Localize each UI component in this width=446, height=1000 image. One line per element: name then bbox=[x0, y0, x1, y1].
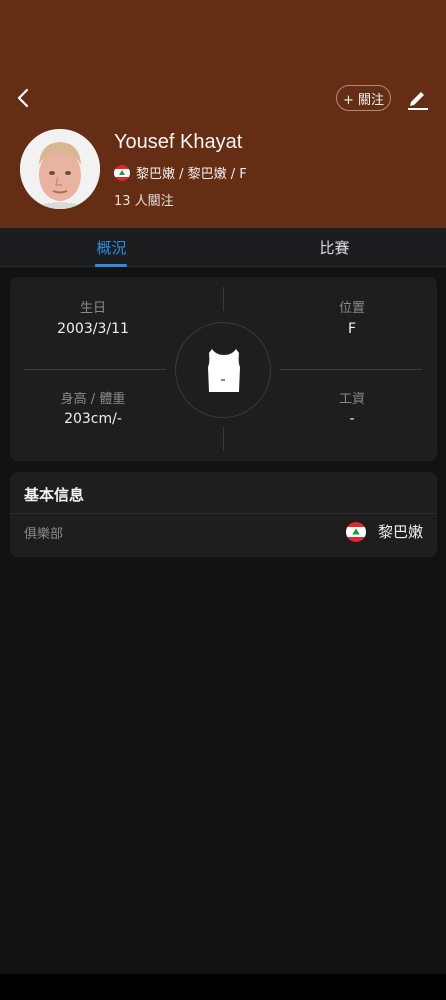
salary-value: - bbox=[349, 411, 355, 427]
follow-button[interactable]: + 關注 bbox=[336, 85, 391, 111]
team-line: 黎巴嫩 / 黎巴嫩 / F bbox=[114, 163, 247, 182]
basic-info-card: 基本信息 俱樂部 黎巴嫩 bbox=[10, 472, 437, 557]
tab-matches[interactable]: 比賽 bbox=[223, 228, 446, 267]
divider-right bbox=[280, 369, 422, 370]
divider-left bbox=[24, 369, 166, 370]
system-nav-bar bbox=[0, 974, 446, 1000]
birthday-label: 生日 bbox=[79, 301, 106, 316]
followers-count: 13 人關注 bbox=[114, 194, 174, 209]
club-label: 俱樂部 bbox=[24, 527, 64, 542]
club-value: 黎巴嫩 bbox=[377, 523, 423, 541]
edit-pencil-icon[interactable] bbox=[405, 85, 431, 111]
birthday-value: 2003/3/11 bbox=[57, 321, 129, 337]
basic-info-title: 基本信息 bbox=[24, 486, 85, 504]
back-arrow-icon[interactable] bbox=[12, 86, 36, 110]
stats-card: 生日 2003/3/11 位置 F 身高 / 體重 203cm/- 工資 - bbox=[10, 277, 437, 461]
team-line-text: 黎巴嫩 / 黎巴嫩 / F bbox=[136, 167, 247, 182]
tab-bar: 概況 比賽 bbox=[0, 228, 446, 267]
follow-button-label: + 關注 bbox=[342, 92, 385, 108]
lebanon-flag-icon bbox=[345, 521, 366, 542]
lebanon-flag-icon bbox=[114, 164, 130, 181]
jersey-icon bbox=[208, 349, 240, 392]
basic-info-divider bbox=[10, 513, 437, 514]
salary-label: 工資 bbox=[338, 392, 365, 407]
club-link[interactable]: 黎巴嫩 bbox=[345, 521, 423, 542]
position-label: 位置 bbox=[338, 301, 365, 316]
active-tab-indicator bbox=[95, 264, 127, 267]
tab-overview[interactable]: 概況 bbox=[0, 228, 223, 267]
height-weight-label: 身高 / 體重 bbox=[60, 392, 126, 407]
player-name: Yousef Khayat bbox=[114, 131, 243, 153]
jersey-circle bbox=[175, 322, 271, 418]
height-weight-value: 203cm/- bbox=[64, 411, 122, 427]
player-header: + 關注 Yousef Khayat 黎巴嫩 / 黎巴嫩 / F 13 人關注 bbox=[0, 0, 446, 228]
divider-top bbox=[223, 287, 224, 311]
divider-bottom bbox=[223, 427, 224, 451]
player-avatar bbox=[20, 129, 100, 209]
position-value: F bbox=[347, 321, 357, 337]
